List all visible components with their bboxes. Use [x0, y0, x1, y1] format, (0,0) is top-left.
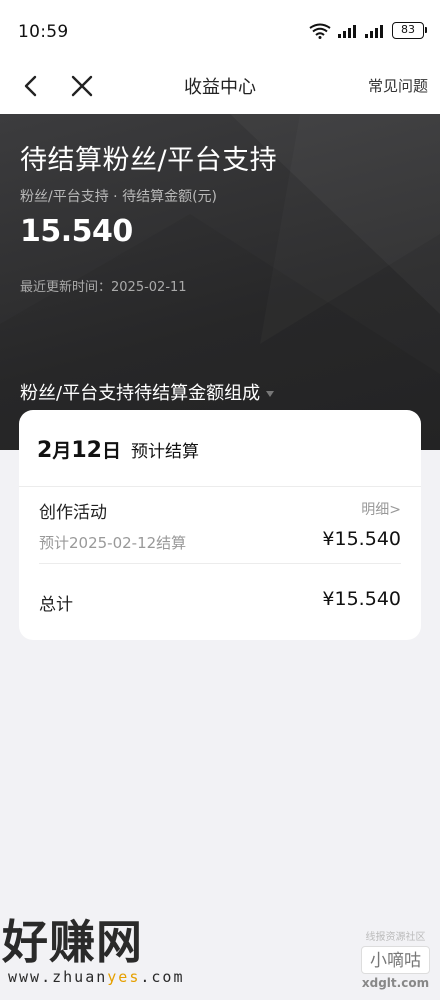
month-suffix: 月 — [52, 440, 72, 462]
breakdown-toggle[interactable]: 粉丝/平台支持待结算金额组成 — [20, 379, 275, 405]
watermark-right-logo: 小嘀咕 — [361, 946, 430, 974]
watermark-url-part: www.zhuan — [8, 968, 108, 986]
watermark-left-url: www.zhuanyes.com — [8, 968, 185, 986]
settlement-month: 2 — [37, 438, 53, 463]
settlement-date: 2月12日 — [37, 436, 121, 463]
signal-icon-2 — [365, 24, 385, 38]
watermark-left: 好赚网 www.zhuanyes.com — [2, 916, 185, 986]
faq-link[interactable]: 常见问题 — [368, 75, 428, 96]
watermark-url-part: .com — [140, 968, 185, 986]
divider — [39, 563, 401, 564]
hero-subtitle: 粉丝/平台支持 · 待结算金额(元) — [20, 189, 217, 205]
watermark-right-caption: 线报资源社区 — [365, 932, 426, 943]
day-suffix: 日 — [101, 440, 121, 462]
watermark-right: 线报资源社区 小嘀咕 xdglt.com — [361, 928, 430, 990]
back-arrow-icon[interactable] — [18, 72, 46, 100]
signal-icon — [338, 24, 358, 38]
settlement-card: 2月12日 预计结算 创作活动 明细> 预计2025-02-12结算 ¥15.5… — [19, 410, 421, 640]
activity-expected-date: 预计2025-02-12结算 — [39, 534, 187, 552]
nav-bar: 收益中心 常见问题 — [0, 62, 440, 114]
wifi-icon — [309, 23, 331, 39]
detail-link[interactable]: 明细> — [361, 499, 401, 519]
settlement-date-header: 2月12日 预计结算 — [37, 436, 199, 463]
close-icon[interactable] — [68, 72, 96, 100]
battery-icon: 83 — [392, 22, 427, 39]
activity-amount: ¥15.540 — [322, 528, 401, 550]
settlement-day: 12 — [71, 438, 102, 463]
divider — [19, 486, 421, 487]
activity-name: 创作活动 — [39, 503, 107, 523]
last-updated: 最近更新时间：2025-02-11 — [20, 276, 187, 295]
last-updated-value: 2025-02-11 — [111, 280, 187, 295]
watermark-url-highlight: yes — [107, 968, 141, 986]
status-icons: 83 — [309, 22, 427, 39]
total-amount: ¥15.540 — [322, 588, 401, 610]
status-bar: 10:59 83 — [0, 0, 440, 62]
watermark-right-url: xdglt.com — [361, 976, 430, 990]
pending-amount: 15.540 — [20, 214, 133, 249]
hero-title: 待结算粉丝/平台支持 — [20, 145, 278, 176]
status-time: 10:59 — [18, 22, 69, 42]
watermark-left-logo: 好赚网 — [2, 915, 143, 969]
total-label: 总计 — [39, 595, 73, 615]
settle-label: 预计结算 — [130, 442, 199, 462]
breakdown-label: 粉丝/平台支持待结算金额组成 — [20, 383, 261, 404]
caret-down-icon — [266, 391, 275, 397]
last-updated-label: 最近更新时间： — [20, 280, 112, 295]
hero-panel: 待结算粉丝/平台支持 粉丝/平台支持 · 待结算金额(元) 15.540 最近更… — [0, 114, 440, 450]
